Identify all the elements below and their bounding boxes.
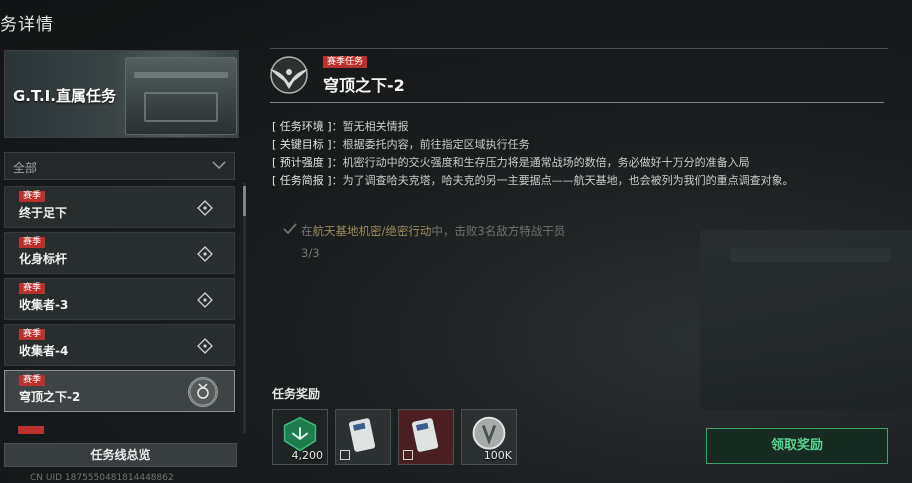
background-crate-lid: [730, 248, 890, 262]
info-briefing: [ 任务简报 ]：为了调查哈夫克塔，哈夫克的另一主要据点——航天基地，也会被列为…: [272, 174, 794, 187]
info-value: 为了调查哈夫克塔，哈夫克的另一主要据点——航天基地，也会被列为我们的重点调查对象…: [342, 174, 794, 187]
medal-icon: [188, 377, 218, 407]
info-intensity: [ 预计强度 ]：机密行动中的交火强度和生存压力将是通常战场的数倍，务必做好十万…: [272, 156, 750, 169]
quest-item-2[interactable]: 赛季 化身标杆: [4, 232, 235, 274]
reward-count: 4,200: [291, 449, 324, 462]
location-pin-icon[interactable]: [196, 245, 214, 263]
season-badge: 赛季: [19, 283, 46, 294]
info-key: [ 关键目标 ]: [272, 138, 332, 151]
quest-item-3[interactable]: 赛季 收集者-3: [4, 278, 235, 320]
info-key: [ 任务环境 ]: [272, 120, 332, 133]
quest-line-overview-button[interactable]: 任务线总览: [4, 443, 237, 467]
quest-name: 穹顶之下-2: [19, 390, 81, 404]
info-key-objective: [ 关键目标 ]：根据委托内容，前往指定区域执行任务: [272, 138, 530, 151]
quest-list-scrollbar[interactable]: [243, 183, 246, 433]
quest-name: 终于足下: [19, 206, 68, 220]
check-icon: [283, 223, 297, 235]
reward-item-1[interactable]: 4,200: [272, 409, 328, 465]
location-pin-icon[interactable]: [196, 337, 214, 355]
lock-icon: [403, 450, 413, 460]
quest-filter-dropdown[interactable]: 全部: [4, 152, 235, 180]
banner-title: G.T.I.直属任务: [13, 87, 116, 105]
rewards-title: 任务奖励: [272, 387, 321, 401]
info-key: [ 任务简报 ]: [272, 174, 332, 187]
season-badge: 赛季: [19, 191, 46, 202]
chevron-down-icon: [212, 161, 226, 170]
mission-objective: 在航天基地机密/绝密行动中，击败3名敌方特战干员: [301, 223, 565, 239]
objective-progress: 3/3: [301, 246, 320, 260]
info-value: 暂无相关情报: [342, 120, 409, 133]
claim-reward-button[interactable]: 领取奖励: [706, 428, 888, 464]
objective-prefix: 在: [301, 224, 313, 238]
page-title: 务详情: [0, 15, 54, 35]
quest-item-peek: [18, 426, 44, 434]
quest-name: 收集者-4: [19, 344, 69, 358]
info-key: [ 预计强度 ]: [272, 156, 332, 169]
info-environment: [ 任务环境 ]：暂无相关情报: [272, 120, 409, 133]
season-badge: 赛季: [19, 237, 46, 248]
divider: [270, 48, 888, 49]
info-value: 根据委托内容，前往指定区域执行任务: [342, 138, 530, 151]
quest-item-1[interactable]: 赛季 终于足下: [4, 186, 235, 228]
quest-line-banner[interactable]: G.T.I.直属任务: [4, 50, 239, 138]
eagle-wing-emblem-icon: [270, 56, 308, 94]
uid-label: CN UID 1875550481814448862: [30, 473, 174, 483]
reward-item-4[interactable]: 100K: [461, 409, 517, 465]
objective-location: 航天基地机密/绝密行动: [312, 224, 432, 238]
reward-item-2[interactable]: [335, 409, 391, 465]
filter-selected-value: 全部: [13, 161, 38, 175]
divider: [270, 102, 884, 103]
lock-icon: [340, 450, 350, 460]
location-pin-icon[interactable]: [196, 291, 214, 309]
quest-name: 收集者-3: [19, 298, 69, 312]
season-badge: 赛季: [19, 329, 46, 340]
location-pin-icon[interactable]: [196, 199, 214, 217]
reward-item-3[interactable]: [398, 409, 454, 465]
quest-name: 化身标杆: [19, 252, 68, 266]
crate-illustration: [125, 57, 237, 135]
quest-item-5-selected[interactable]: 赛季 穹顶之下-2: [4, 370, 235, 412]
reward-count: 100K: [483, 449, 512, 462]
info-value: 机密行动中的交火强度和生存压力将是通常战场的数倍，务必做好十万分的准备入局: [342, 156, 750, 169]
scrollbar-thumb[interactable]: [243, 186, 246, 216]
objective-suffix: 中，击败3名敌方特战干员: [431, 224, 566, 238]
quest-item-4[interactable]: 赛季 收集者-4: [4, 324, 235, 366]
season-mission-tag: 赛季任务: [323, 56, 368, 68]
season-badge: 赛季: [19, 375, 46, 386]
mission-title: 穹顶之下-2: [323, 76, 405, 95]
